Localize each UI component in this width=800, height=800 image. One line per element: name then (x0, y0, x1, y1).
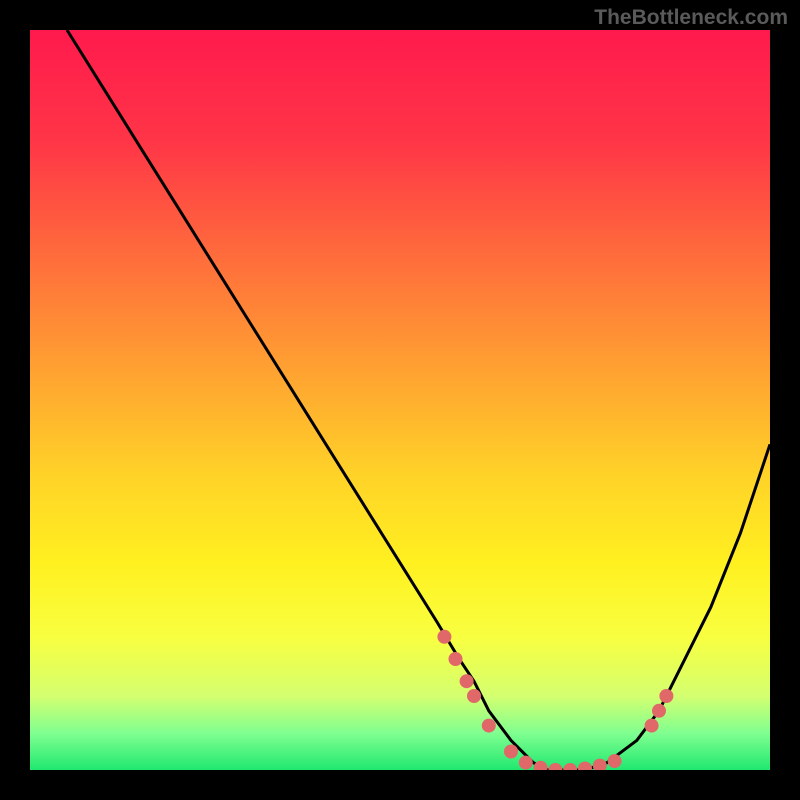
data-marker (659, 689, 673, 703)
chart-svg (30, 30, 770, 770)
data-marker (460, 674, 474, 688)
data-marker (519, 756, 533, 770)
gradient-background (30, 30, 770, 770)
plot-area (30, 30, 770, 770)
data-marker (652, 704, 666, 718)
watermark-text: TheBottleneck.com (594, 6, 788, 30)
data-marker (504, 745, 518, 759)
chart-container: TheBottleneck.com (0, 0, 800, 800)
data-marker (449, 652, 463, 666)
data-marker (437, 630, 451, 644)
data-marker (467, 689, 481, 703)
data-marker (608, 754, 622, 768)
data-marker (645, 719, 659, 733)
data-marker (482, 719, 496, 733)
